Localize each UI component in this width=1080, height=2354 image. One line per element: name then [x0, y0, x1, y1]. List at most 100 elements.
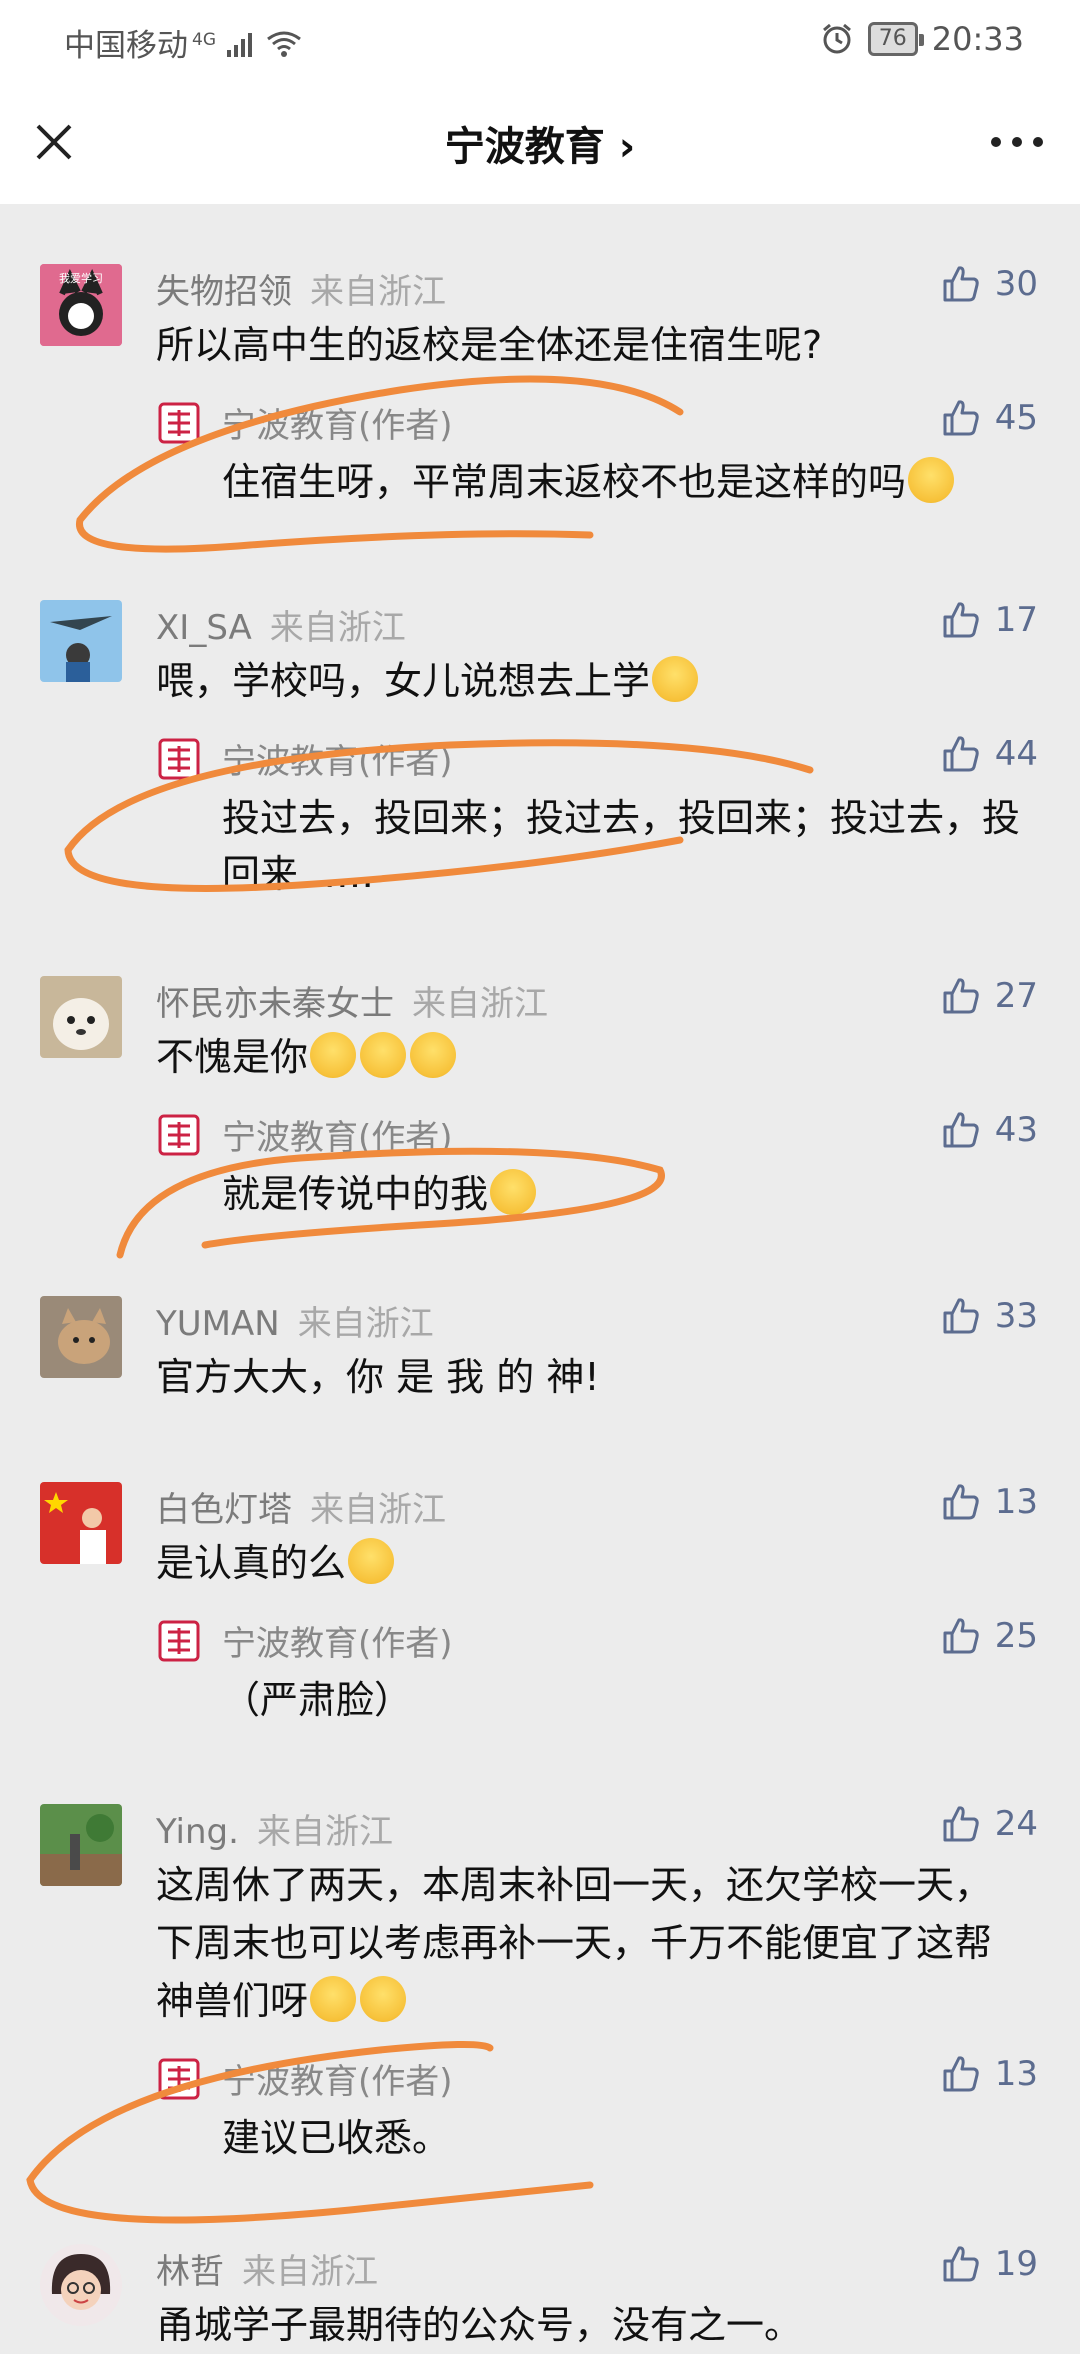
- like-count: 43: [994, 1110, 1038, 1150]
- signal-icon: [226, 33, 252, 57]
- reply-text: （严肃脸）: [222, 1678, 413, 1722]
- crying-laughing-emoji-icon: [652, 656, 699, 702]
- heart-eyes-emoji-icon: [410, 1032, 457, 1078]
- avatar[interactable]: [40, 1804, 122, 1886]
- reply-like-button[interactable]: 25: [941, 1616, 1038, 1656]
- comment-location: 来自浙江: [242, 2252, 378, 2292]
- comment-text-content: 喂，学校吗，女儿说想去上学: [156, 659, 651, 703]
- carrier-info: 中国移动 4G: [64, 20, 302, 65]
- commenter-name[interactable]: 白色灯塔: [156, 1490, 292, 1530]
- thumbs-up-icon: [943, 1112, 979, 1148]
- reply-text-content: 住宿生呀，平常周末返校不也是这样的吗: [222, 460, 907, 504]
- thumbs-up-icon: [943, 2056, 979, 2092]
- comment-location: 来自浙江: [310, 1490, 446, 1530]
- grin-emoji-icon: [310, 1976, 357, 2022]
- like-button[interactable]: 13: [941, 1482, 1038, 1522]
- comment-location: 来自浙江: [256, 1812, 393, 1852]
- more-icon[interactable]: [982, 112, 1052, 172]
- comment-meta: YUMAN 来自浙江: [156, 1296, 434, 1345]
- comment-meta: 林哲 来自浙江: [156, 2244, 378, 2293]
- author-seal-icon: [158, 2058, 200, 2100]
- thumbs-up-icon: [943, 602, 979, 638]
- author-seal-icon: [158, 1620, 200, 1662]
- commenter-name[interactable]: YUMAN: [156, 1304, 280, 1344]
- reply-text: 住宿生呀，平常周末返校不也是这样的吗: [222, 454, 1022, 510]
- comment-text: 不愧是你: [156, 1028, 1026, 1086]
- like-count: 33: [994, 1296, 1038, 1336]
- avatar[interactable]: [40, 976, 122, 1058]
- like-button[interactable]: 33: [941, 1296, 1038, 1336]
- status-right: 76 20:33: [820, 20, 1024, 58]
- like-count: 24: [994, 1804, 1038, 1844]
- avatar[interactable]: [40, 1482, 122, 1564]
- author-seal-icon: [158, 402, 200, 444]
- commenter-name[interactable]: Ying.: [156, 1812, 239, 1852]
- comment-text: 这周休了两天，本周末补回一天，还欠学校一天，下周末也可以考虑再补一天，千万不能便…: [156, 1856, 1026, 2030]
- comment-meta: 白色灯塔 来自浙江: [156, 1482, 446, 1531]
- comment-meta: 失物招领 来自浙江: [156, 264, 446, 313]
- like-button[interactable]: 17: [941, 600, 1038, 640]
- comment-location: 来自浙江: [297, 1304, 434, 1344]
- grin-emoji-icon: [360, 1976, 407, 2022]
- comment-meta: XI_SA 来自浙江: [156, 600, 406, 649]
- thumbs-up-icon: [943, 1484, 979, 1520]
- reply-text: 投过去，投回来；投过去，投回来；投过去，投回来……: [222, 796, 1021, 896]
- reply-like-button[interactable]: 43: [941, 1110, 1038, 1150]
- reply-like-button[interactable]: 13: [941, 2054, 1038, 2094]
- comment-text: 甬城学子最期待的公众号，没有之一。: [156, 2303, 803, 2347]
- avatar-image: 我爱学习: [40, 264, 122, 346]
- reply-author[interactable]: 宁波教育(作者): [222, 1110, 453, 1159]
- commenter-name[interactable]: XI_SA: [156, 608, 252, 648]
- reply-author[interactable]: 宁波教育(作者): [222, 734, 453, 783]
- blush-emoji-icon: [908, 457, 955, 503]
- thumbs-up-icon: [943, 2246, 979, 2282]
- avatar[interactable]: [40, 1296, 122, 1378]
- reply-text-content: 就是传说中的我: [222, 1172, 489, 1216]
- commenter-name[interactable]: 怀民亦未秦女士: [156, 984, 394, 1024]
- thumbs-up-icon: [943, 736, 979, 772]
- reply-like-button[interactable]: 44: [941, 734, 1038, 774]
- reply-author[interactable]: 宁波教育(作者): [222, 1616, 453, 1665]
- avatar[interactable]: 我爱学习: [40, 264, 122, 346]
- avatar-image: [40, 1296, 122, 1378]
- comment-text: 所以高中生的返校是全体还是住宿生呢?: [156, 323, 823, 367]
- avatar[interactable]: [40, 2244, 122, 2326]
- status-bar: 中国移动 4G 76 20:33: [0, 0, 1080, 82]
- like-count: 30: [994, 264, 1038, 304]
- thumbs-up-icon: [943, 1618, 979, 1654]
- commenter-name[interactable]: 失物招领: [156, 272, 292, 312]
- avatar-image: [40, 2244, 122, 2326]
- comment-location: 来自浙江: [310, 272, 446, 312]
- comment-text-content: 是认真的么: [156, 1541, 347, 1585]
- comment-meta: Ying. 来自浙江: [156, 1804, 393, 1853]
- smirk-emoji-icon: [490, 1169, 537, 1215]
- like-count: 44: [994, 734, 1038, 774]
- reply-author[interactable]: 宁波教育(作者): [222, 2054, 453, 2103]
- comment-text: 官方大大，你 是 我 的 神!: [156, 1355, 600, 1399]
- carrier-name: 中国移动: [64, 28, 188, 64]
- comment-text-content: 这周休了两天，本周末补回一天，还欠学校一天，下周末也可以考虑再补一天，千万不能便…: [156, 1863, 993, 2023]
- like-count: 45: [994, 398, 1038, 438]
- comment-text: 是认真的么: [156, 1534, 1026, 1592]
- like-button[interactable]: 27: [941, 976, 1038, 1016]
- like-button[interactable]: 24: [941, 1804, 1038, 1844]
- avatar-image: [40, 1482, 122, 1564]
- reply-like-button[interactable]: 45: [941, 398, 1038, 438]
- page-title[interactable]: 宁波教育 ›: [0, 114, 1080, 172]
- like-button[interactable]: 19: [941, 2244, 1038, 2284]
- avatar-image: [40, 600, 122, 682]
- heart-eyes-emoji-icon: [360, 1032, 407, 1078]
- reply-text: 建议已收悉。: [222, 2116, 451, 2160]
- like-count: 25: [994, 1616, 1038, 1656]
- avatar[interactable]: [40, 600, 122, 682]
- network-type: 4G: [192, 29, 216, 50]
- nav-bar: 宁波教育 ›: [0, 82, 1080, 204]
- like-count: 17: [994, 600, 1038, 640]
- thumbs-up-icon: [943, 1298, 979, 1334]
- author-seal-icon: [158, 738, 200, 780]
- avatar-label: 我爱学习: [59, 271, 103, 285]
- like-button[interactable]: 30: [941, 264, 1038, 304]
- reply-author[interactable]: 宁波教育(作者): [222, 398, 453, 447]
- commenter-name[interactable]: 林哲: [156, 2252, 224, 2292]
- joy-emoji-icon: [348, 1538, 395, 1584]
